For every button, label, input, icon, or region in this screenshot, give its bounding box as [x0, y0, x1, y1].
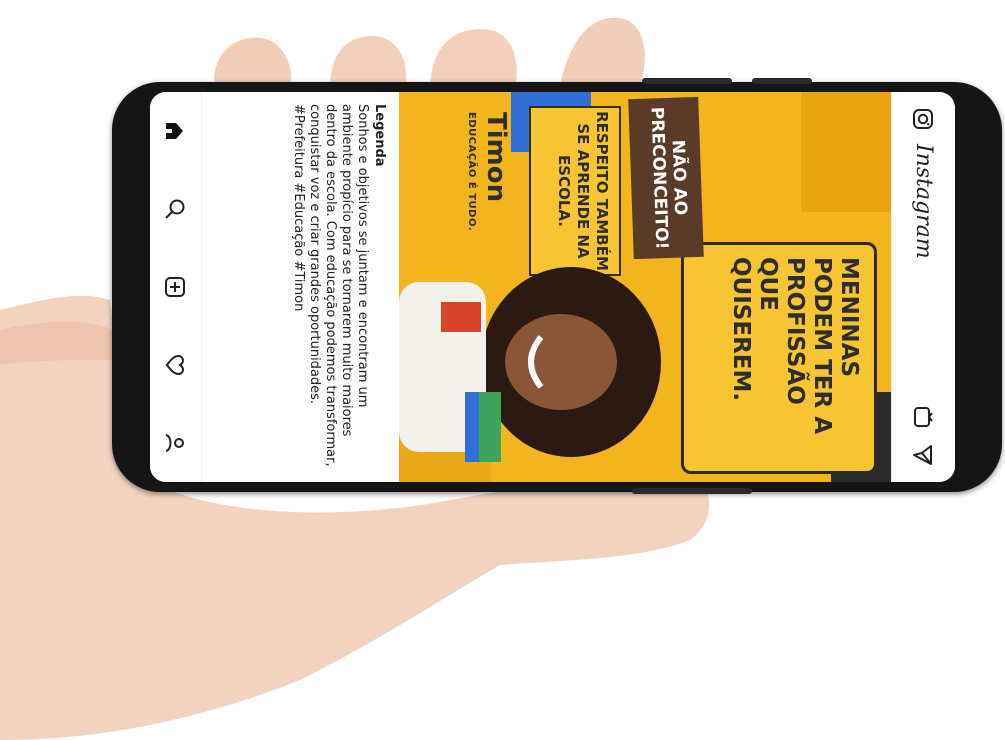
app-header: Instagram	[891, 92, 955, 482]
post-caption: Legenda Sonhos e objetivos se juntam e e…	[202, 92, 397, 482]
poster-tag: NÃO AO PRECONCEITO!	[628, 96, 704, 260]
direct-message-icon[interactable]	[911, 442, 937, 468]
caption-text: Sonhos e objetivos se juntam e encontram…	[291, 104, 370, 467]
camera-icon[interactable]	[911, 106, 937, 132]
instagram-app: Instagram MENINAS PODEM TER A PROFISSÃO …	[150, 92, 955, 482]
post-image[interactable]: MENINAS PODEM TER A PROFISSÃO QUE QUISER…	[399, 92, 891, 482]
search-icon[interactable]	[161, 195, 189, 223]
brand-tagline: EDUCAÇÃO É TUDO.	[466, 112, 477, 232]
app-logo: Instagram	[911, 144, 936, 259]
add-post-icon[interactable]	[161, 273, 189, 301]
student-photo	[399, 267, 661, 462]
caption-title: Legenda	[372, 104, 387, 167]
heart-icon[interactable]	[161, 351, 189, 379]
igtv-icon[interactable]	[911, 404, 937, 430]
profile-icon[interactable]	[161, 429, 189, 457]
bottom-nav	[150, 92, 202, 482]
home-icon[interactable]	[161, 117, 189, 145]
headline-bubble: MENINAS PODEM TER A PROFISSÃO QUE QUISER…	[681, 242, 877, 474]
poster-headline: MENINAS PODEM TER A PROFISSÃO QUE QUISER…	[728, 257, 862, 435]
phone-screen: Instagram MENINAS PODEM TER A PROFISSÃO …	[150, 92, 955, 482]
